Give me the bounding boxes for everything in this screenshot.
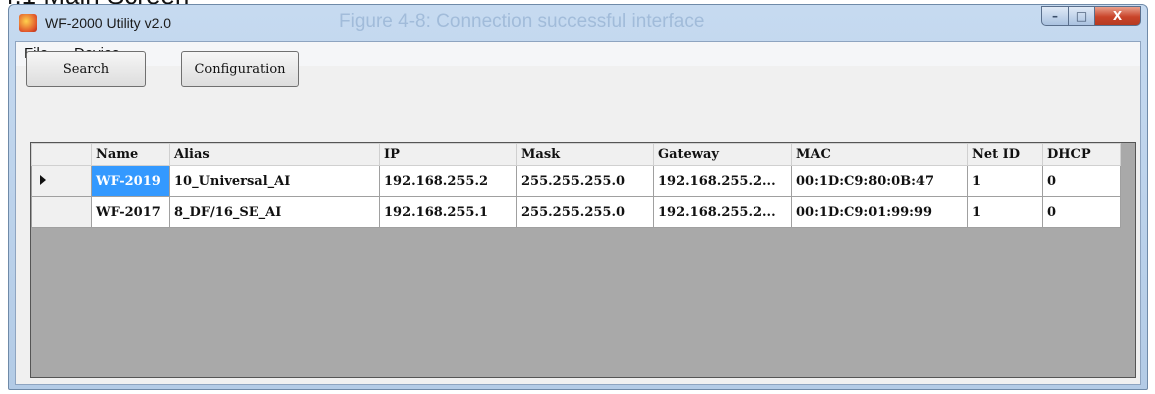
column-header-ip[interactable]: IP xyxy=(379,143,517,166)
cell-alias[interactable]: 8_DF/16_SE_AI xyxy=(169,196,380,228)
column-header-net-id[interactable]: Net ID xyxy=(967,143,1043,166)
maximize-button[interactable]: □ xyxy=(1069,6,1095,26)
title-bar[interactable]: WF-2000 Utility v2.0 Figure 4-8: Connect… xyxy=(9,5,1147,41)
minimize-icon: – xyxy=(1052,9,1058,23)
cell-dhcp[interactable]: 0 xyxy=(1042,196,1121,228)
cell-gateway[interactable]: 192.168.255.2... xyxy=(653,196,792,228)
table-row[interactable]: WF-2017 8_DF/16_SE_AI 192.168.255.1 255.… xyxy=(31,196,1121,228)
cell-alias[interactable]: 10_Universal_AI xyxy=(169,165,380,197)
column-header-gateway[interactable]: Gateway xyxy=(653,143,792,166)
close-icon: X xyxy=(1112,9,1123,23)
row-header-corner xyxy=(31,143,92,166)
close-button[interactable]: X xyxy=(1095,6,1141,26)
cell-ip[interactable]: 192.168.255.2 xyxy=(379,165,517,197)
row-header[interactable] xyxy=(31,165,92,197)
column-header-dhcp[interactable]: DHCP xyxy=(1042,143,1121,166)
cell-dhcp[interactable]: 0 xyxy=(1042,165,1121,197)
current-row-arrow-icon xyxy=(40,174,46,185)
column-header-alias[interactable]: Alias xyxy=(169,143,380,166)
window-title-ghost-caption: Figure 4-8: Connection successful interf… xyxy=(339,11,705,32)
cell-name[interactable]: WF-2017 xyxy=(91,196,170,228)
cell-ip[interactable]: 192.168.255.1 xyxy=(379,196,517,228)
row-header[interactable] xyxy=(31,196,92,228)
column-header-mac[interactable]: MAC xyxy=(791,143,968,166)
search-button[interactable]: Search xyxy=(26,51,146,87)
cell-net-id[interactable]: 1 xyxy=(967,196,1043,228)
minimize-button[interactable]: – xyxy=(1041,6,1069,26)
cell-mac[interactable]: 00:1D:C9:01:99:99 xyxy=(791,196,968,228)
column-header-name[interactable]: Name xyxy=(91,143,170,166)
configuration-button[interactable]: Configuration xyxy=(181,51,299,87)
cell-mask[interactable]: 255.255.255.0 xyxy=(516,165,654,197)
device-table[interactable]: Name Alias IP Mask Gateway MAC Net ID DH… xyxy=(30,142,1136,378)
app-icon xyxy=(19,14,37,32)
column-header-mask[interactable]: Mask xyxy=(516,143,654,166)
maximize-icon: □ xyxy=(1075,9,1088,23)
table-row[interactable]: WF-2019 10_Universal_AI 192.168.255.2 25… xyxy=(31,165,1121,197)
cell-net-id[interactable]: 1 xyxy=(967,165,1043,197)
cell-name[interactable]: WF-2019 xyxy=(91,165,170,197)
window-controls: – □ X xyxy=(1041,6,1141,28)
table-header-row: Name Alias IP Mask Gateway MAC Net ID DH… xyxy=(31,143,1121,166)
window-title: WF-2000 Utility v2.0 xyxy=(45,15,172,31)
cell-gateway[interactable]: 192.168.255.2... xyxy=(653,165,792,197)
cell-mac[interactable]: 00:1D:C9:80:0B:47 xyxy=(791,165,968,197)
cell-mask[interactable]: 255.255.255.0 xyxy=(516,196,654,228)
